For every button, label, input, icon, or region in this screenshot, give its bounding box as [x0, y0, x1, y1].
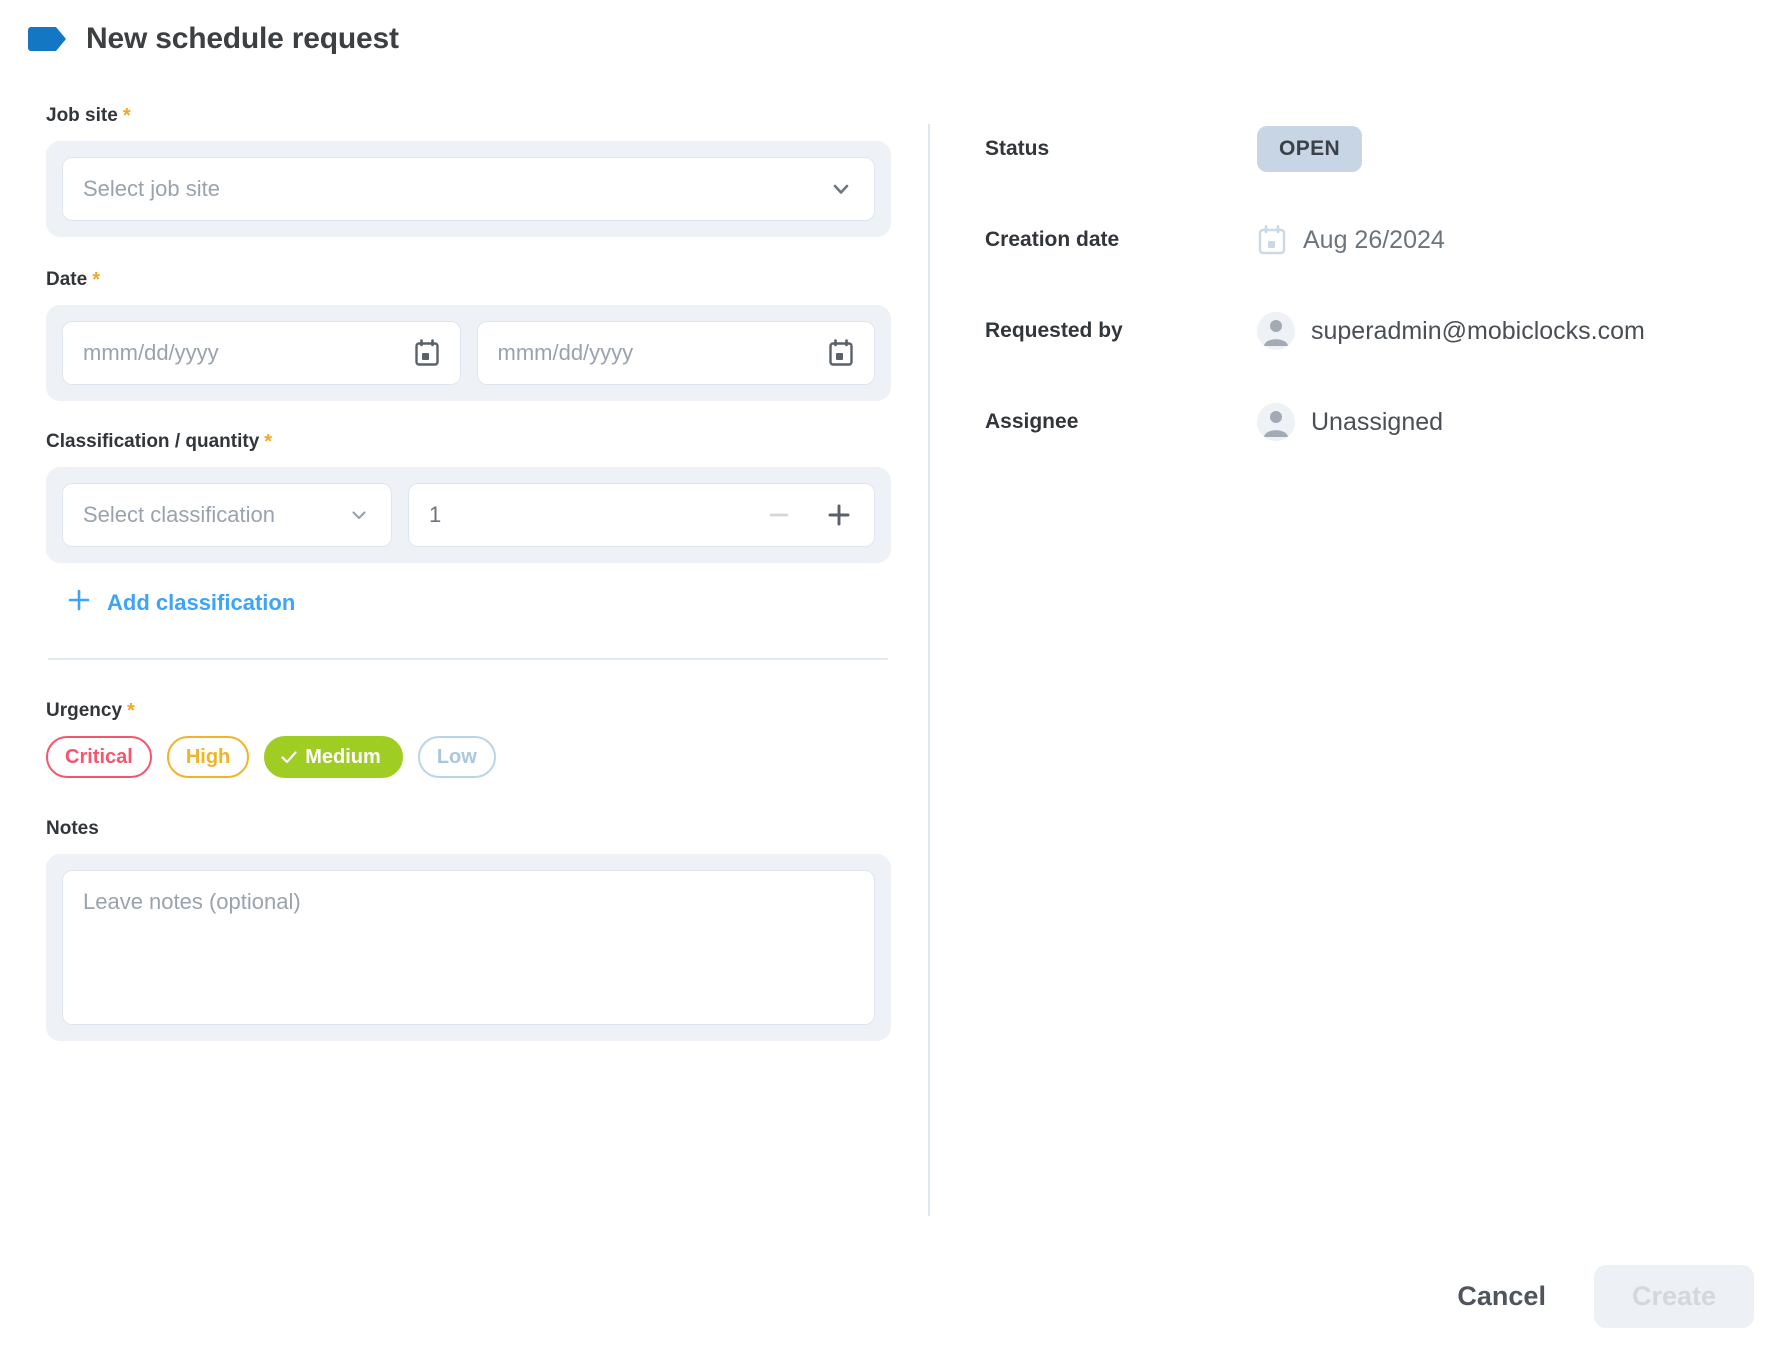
urgency-group: Urgency * Critical High Medium Low: [46, 700, 891, 778]
date-start-input[interactable]: mmm/dd/yyyy: [62, 321, 461, 385]
date-label-text: Date: [46, 269, 88, 290]
assignee-value[interactable]: Unassigned: [1257, 403, 1443, 441]
urgency-option-critical[interactable]: Critical: [46, 736, 152, 778]
dialog-footer: Cancel Create: [1437, 1265, 1754, 1328]
urgency-options: Critical High Medium Low: [46, 736, 891, 778]
urgency-option-medium[interactable]: Medium: [264, 736, 403, 778]
chevron-down-icon[interactable]: [828, 176, 854, 202]
requested-by-value: superadmin@mobiclocks.com: [1257, 312, 1645, 350]
urgency-option-label: Critical: [65, 745, 133, 768]
job-site-group: Job site * Select job site: [46, 105, 891, 237]
requested-by-row: Requested by superadmin@mobiclocks.com: [985, 307, 1725, 355]
creation-date-label: Creation date: [985, 228, 1120, 251]
urgency-option-label: Medium: [305, 745, 381, 768]
classification-label: Classification / quantity *: [46, 431, 891, 453]
dialog-header: New schedule request: [28, 22, 399, 56]
job-site-field-shell: Select job site: [46, 141, 891, 237]
urgency-label: Urgency *: [46, 700, 891, 722]
new-schedule-request-dialog: New schedule request Job site * Select j…: [0, 0, 1786, 1366]
avatar: [1257, 312, 1295, 350]
check-icon: [279, 747, 299, 767]
plus-icon: [66, 587, 92, 618]
classification-label-text: Classification / quantity: [46, 431, 260, 452]
date-label: Date *: [46, 269, 891, 291]
requested-by-text: superadmin@mobiclocks.com: [1311, 316, 1645, 345]
notes-label-text: Notes: [46, 818, 99, 839]
urgency-label-text: Urgency: [46, 700, 123, 721]
details-panel: Status OPEN Creation date Aug 26/2024 Re…: [985, 125, 1725, 489]
notes-group: Notes Leave notes (optional): [46, 818, 891, 1041]
urgency-option-label: Low: [436, 745, 477, 768]
quantity-decrement-button[interactable]: [764, 500, 794, 530]
job-site-label-text: Job site: [46, 105, 118, 126]
job-site-select[interactable]: Select job site: [62, 157, 875, 221]
notes-field-shell: Leave notes (optional): [46, 854, 891, 1041]
creation-date-value: Aug 26/2024: [1257, 224, 1445, 256]
date-start-placeholder: mmm/dd/yyyy: [83, 340, 219, 365]
urgency-option-low[interactable]: Low: [417, 736, 496, 778]
classification-placeholder: Select classification: [83, 502, 275, 527]
stepper-controls: [764, 500, 854, 530]
job-site-placeholder: Select job site: [83, 176, 220, 201]
avatar: [1257, 403, 1295, 441]
section-divider: [48, 658, 888, 660]
date-field-shell: mmm/dd/yyyy mmm/dd/yyyy: [46, 305, 891, 401]
status-label: Status: [985, 137, 1050, 160]
required-asterisk: *: [264, 431, 273, 453]
notes-label: Notes: [46, 818, 891, 840]
panel-divider: [928, 124, 930, 1216]
status-value: OPEN: [1257, 126, 1363, 172]
date-end-placeholder: mmm/dd/yyyy: [497, 340, 634, 365]
chevron-down-icon[interactable]: [347, 503, 371, 527]
cancel-button[interactable]: Cancel: [1437, 1267, 1566, 1326]
creation-date-row: Creation date Aug 26/2024: [985, 216, 1725, 264]
notes-placeholder: Leave notes (optional): [83, 889, 301, 914]
calendar-icon[interactable]: [828, 339, 854, 367]
requested-by-label: Requested by: [985, 319, 1123, 342]
classification-group: Classification / quantity * Select class…: [46, 431, 891, 618]
job-site-label: Job site *: [46, 105, 891, 127]
add-classification-label: Add classification: [107, 589, 296, 615]
quantity-stepper[interactable]: 1: [408, 483, 875, 547]
calendar-icon: [1257, 224, 1287, 256]
date-end-input[interactable]: mmm/dd/yyyy: [476, 321, 875, 385]
calendar-icon[interactable]: [414, 339, 440, 367]
assignee-text: Unassigned: [1311, 407, 1444, 436]
page-title: New schedule request: [86, 22, 399, 55]
quantity-increment-button[interactable]: [824, 500, 854, 530]
add-classification-button[interactable]: Add classification: [66, 587, 295, 618]
notes-textarea[interactable]: Leave notes (optional): [62, 870, 875, 1025]
create-button[interactable]: Create: [1593, 1265, 1754, 1328]
required-asterisk: *: [122, 105, 131, 127]
date-group: Date * mmm/dd/yyyy mmm/dd/yyyy: [46, 269, 891, 401]
classification-field-shell: Select classification 1: [46, 467, 891, 563]
quantity-value[interactable]: 1: [429, 502, 764, 528]
creation-date-text: Aug 26/2024: [1303, 225, 1445, 254]
classification-select[interactable]: Select classification: [62, 483, 392, 547]
required-asterisk: *: [92, 269, 100, 291]
assignee-row: Assignee Unassigned: [985, 398, 1725, 446]
status-badge: OPEN: [1257, 126, 1363, 172]
urgency-option-label: High: [185, 745, 231, 768]
urgency-option-high[interactable]: High: [166, 736, 250, 778]
required-asterisk: *: [127, 700, 135, 722]
tag-icon: [28, 27, 66, 51]
form-panel: Job site * Select job site Date * mmm/dd…: [46, 105, 891, 1041]
assignee-label: Assignee: [985, 410, 1079, 433]
status-row: Status OPEN: [985, 125, 1725, 173]
